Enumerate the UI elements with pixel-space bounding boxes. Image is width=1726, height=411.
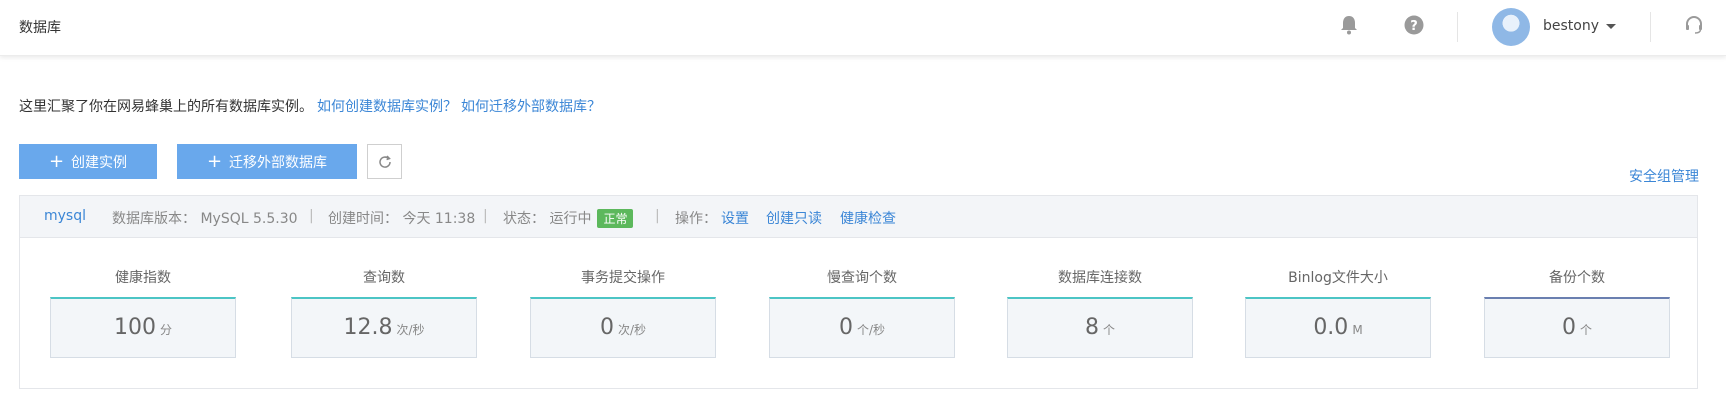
- metric-value: 100: [113, 315, 156, 340]
- metric-unit: 次/秒: [396, 323, 425, 337]
- page-title: 数据库: [19, 20, 61, 36]
- metric-value-box: 12.8 次/秒: [291, 297, 477, 358]
- create-readonly-link[interactable]: 创建只读: [766, 208, 822, 228]
- metric-value: 0: [599, 315, 614, 340]
- metric-value: 0.0: [1313, 315, 1349, 340]
- settings-link[interactable]: 设置: [721, 208, 749, 228]
- headset-icon[interactable]: [1682, 13, 1706, 37]
- link-how-to-create[interactable]: 如何创建数据库实例？: [317, 99, 457, 115]
- metric-value-box: 8个: [1007, 297, 1193, 358]
- status-badge: 正常: [597, 209, 634, 228]
- status-value: 运行中: [549, 211, 592, 227]
- metric-unit: 个/秒: [856, 323, 886, 337]
- metric-unit: M: [1352, 323, 1363, 337]
- metric-unit: 次/秒: [617, 323, 647, 337]
- metric-label: Binlog文件大小: [1288, 270, 1388, 286]
- divider: [1457, 12, 1458, 42]
- db-version-label: 数据库版本：: [112, 211, 196, 227]
- created-time-value: 今天 11:38: [402, 211, 476, 227]
- metric-value-box: 100 分: [50, 297, 236, 358]
- refresh-button[interactable]: [367, 144, 402, 179]
- db-version-value: MySQL 5.5.30: [200, 211, 298, 227]
- metric-value-box: 0.0 M: [1245, 297, 1431, 358]
- divider: |: [483, 208, 488, 224]
- status: 状态： 运行中 正常: [503, 208, 634, 228]
- metric-label: 慢查询个数: [827, 270, 897, 286]
- instance-card: mysql 数据库版本： MySQL 5.5.30 | 创建时间： 今天 11:…: [19, 195, 1698, 389]
- db-version: 数据库版本： MySQL 5.5.30: [112, 208, 298, 228]
- top-bar: 数据库 ? bestony: [0, 0, 1726, 56]
- metric-value-box: 0个: [1484, 297, 1670, 358]
- metric-label: 事务提交操作: [581, 270, 665, 286]
- migrate-database-label: 迁移外部数据库: [229, 154, 328, 171]
- plus-icon: +: [206, 150, 223, 172]
- operations-label: 操作：: [675, 211, 717, 227]
- metric-label: 备份个数: [1549, 270, 1605, 286]
- bell-icon[interactable]: [1337, 13, 1361, 37]
- metric-label: 数据库连接数: [1058, 270, 1142, 286]
- link-how-to-migrate[interactable]: 如何迁移外部数据库？: [461, 99, 601, 115]
- divider: |: [309, 208, 314, 224]
- plus-icon: +: [48, 150, 65, 172]
- chevron-down-icon[interactable]: [1606, 24, 1616, 29]
- create-instance-label: 创建实例: [71, 154, 128, 171]
- svg-text:?: ?: [1410, 19, 1418, 34]
- username[interactable]: bestony: [1543, 18, 1599, 34]
- metric-value-box: 0 个/秒: [769, 297, 955, 358]
- metric-label: 查询数: [363, 270, 405, 286]
- metric-unit: 分: [159, 323, 172, 337]
- health-check-link[interactable]: 健康检查: [840, 208, 896, 228]
- metric-unit: 个: [1102, 323, 1115, 337]
- metric-value: 12.8: [343, 315, 393, 340]
- divider: |: [655, 208, 660, 224]
- status-label: 状态：: [503, 211, 545, 227]
- help-icon[interactable]: ?: [1402, 13, 1426, 37]
- metric-value: 0: [1561, 315, 1576, 340]
- metric-value-box: 0 次/秒: [530, 297, 716, 358]
- migrate-database-button[interactable]: + 迁移外部数据库: [177, 144, 357, 179]
- instance-name[interactable]: mysql: [44, 208, 86, 224]
- divider: [1650, 12, 1651, 42]
- metric-value: 8: [1084, 315, 1099, 340]
- instance-header: mysql 数据库版本： MySQL 5.5.30 | 创建时间： 今天 11:…: [20, 196, 1697, 238]
- metric-value: 0: [838, 315, 853, 340]
- create-instance-button[interactable]: + 创建实例: [19, 144, 157, 179]
- intro-text: 这里汇聚了你在网易蜂巢上的所有数据库实例。 如何创建数据库实例？ 如何迁移外部数据库…: [19, 96, 601, 116]
- created-time-label: 创建时间：: [328, 211, 398, 227]
- metric-label: 健康指数: [115, 270, 171, 286]
- created-time: 创建时间： 今天 11:38: [328, 208, 475, 228]
- security-group-link[interactable]: 安全组管理: [1629, 166, 1699, 186]
- intro-description: 这里汇聚了你在网易蜂巢上的所有数据库实例。: [19, 99, 313, 115]
- refresh-icon: [378, 154, 391, 168]
- avatar[interactable]: [1492, 8, 1530, 46]
- metric-unit: 个: [1579, 323, 1592, 337]
